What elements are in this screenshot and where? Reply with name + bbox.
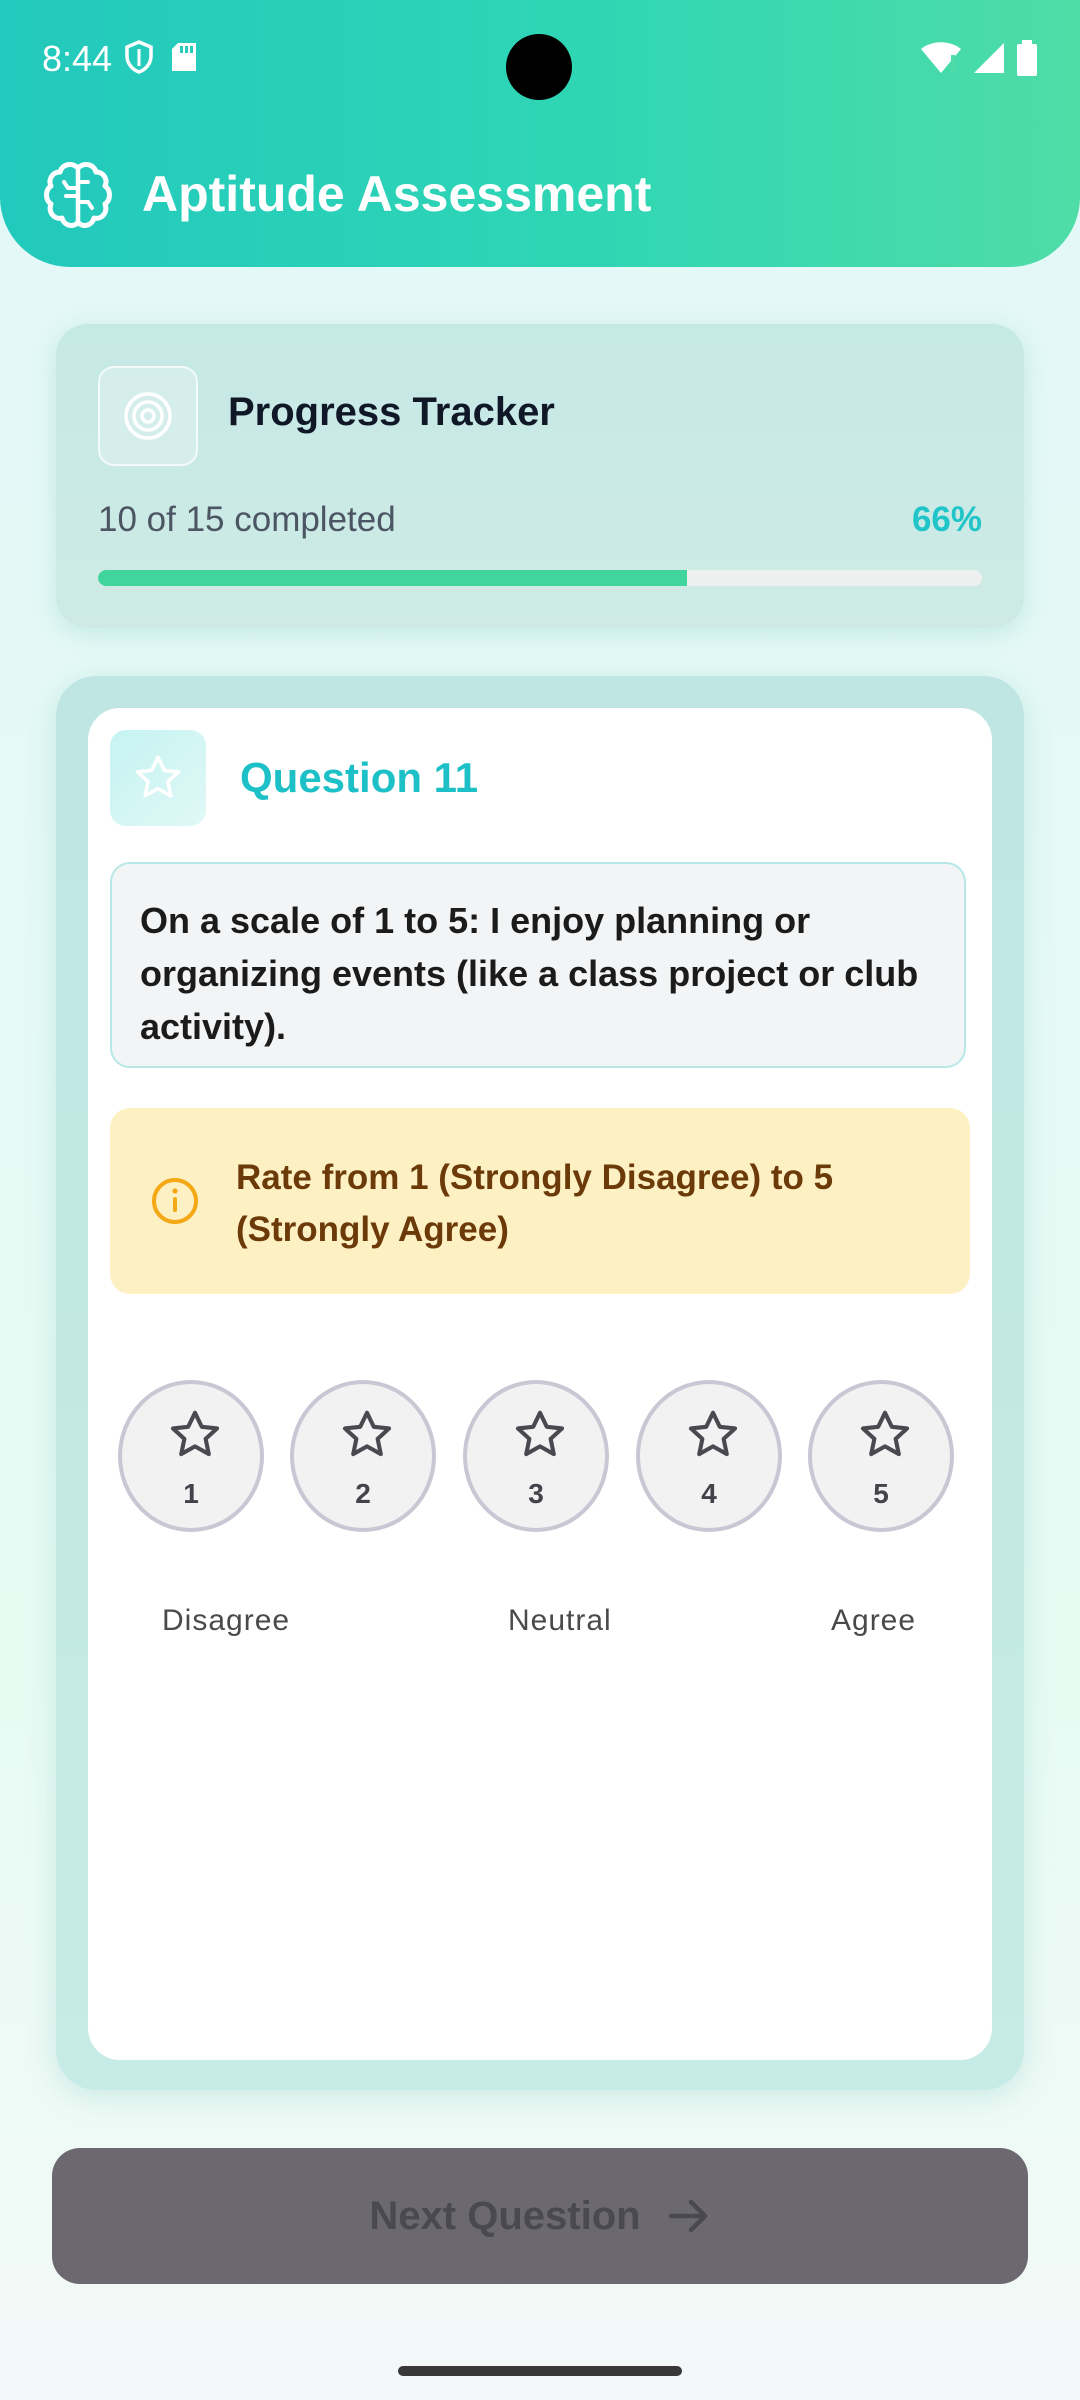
home-indicator[interactable] [398,2366,682,2376]
question-card: Question 11 On a scale of 1 to 5: I enjo… [88,708,992,2060]
scale-label-disagree: Disagree [162,1604,291,1637]
scale-label-agree: Agree [831,1604,917,1637]
scale-label-neutral: Neutral [508,1604,612,1637]
battery-icon [1017,40,1037,76]
rating-option-number: 1 [183,1478,199,1509]
star-icon [688,1410,738,1457]
next-question-button[interactable]: Next Question [52,2148,1028,2284]
progress-tracker-card: Progress Tracker 10 of 15 completed 66% [56,324,1024,628]
question-number: Question 11 [240,754,479,801]
next-question-label: Next Question [369,2193,641,2238]
star-icon [135,755,181,798]
rating-hint-text: Rate from 1 (Strongly Disagree) to 5 (St… [236,1158,834,1249]
target-icon [124,392,172,440]
rating-option-5[interactable]: 5 [808,1380,954,1532]
rating-option-number: 4 [701,1478,717,1509]
info-icon [152,1178,198,1224]
question-text: On a scale of 1 to 5: I enjoy planning o… [110,862,966,1068]
progress-bar-fill [98,570,687,586]
star-icon [342,1410,392,1457]
star-icon [860,1410,910,1457]
rating-option-3[interactable]: 3 [463,1380,609,1532]
rating-options: 1 2 3 4 5 [118,1380,968,1536]
app-bar: 8:44 Aptitude Assessment [0,0,1080,267]
rating-option-number: 5 [873,1478,889,1509]
app-title: Aptitude Assessment [142,166,652,222]
rating-option-number: 2 [355,1478,371,1509]
arrow-right-icon [668,2199,707,2233]
rating-hint: Rate from 1 (Strongly Disagree) to 5 (St… [110,1108,970,1294]
brain-icon [44,162,112,228]
wifi-icon [921,42,961,73]
sd-card-icon [172,43,196,71]
status-time: 8:44 [42,38,113,79]
star-icon [170,1410,220,1457]
progress-bar [98,570,982,586]
rating-option-number: 3 [528,1478,544,1509]
signal-icon [974,43,1004,73]
rating-option-2[interactable]: 2 [290,1380,436,1532]
rating-option-4[interactable]: 4 [636,1380,782,1532]
progress-count: 10 of 15 completed [98,500,396,539]
progress-percent: 66% [911,500,982,539]
star-icon [515,1410,565,1457]
question-icon-box [110,730,206,826]
shield-icon [125,40,153,74]
camera-cutout [506,34,572,100]
progress-title: Progress Tracker [228,390,555,434]
target-icon-box [98,366,198,466]
rating-option-1[interactable]: 1 [118,1380,264,1532]
